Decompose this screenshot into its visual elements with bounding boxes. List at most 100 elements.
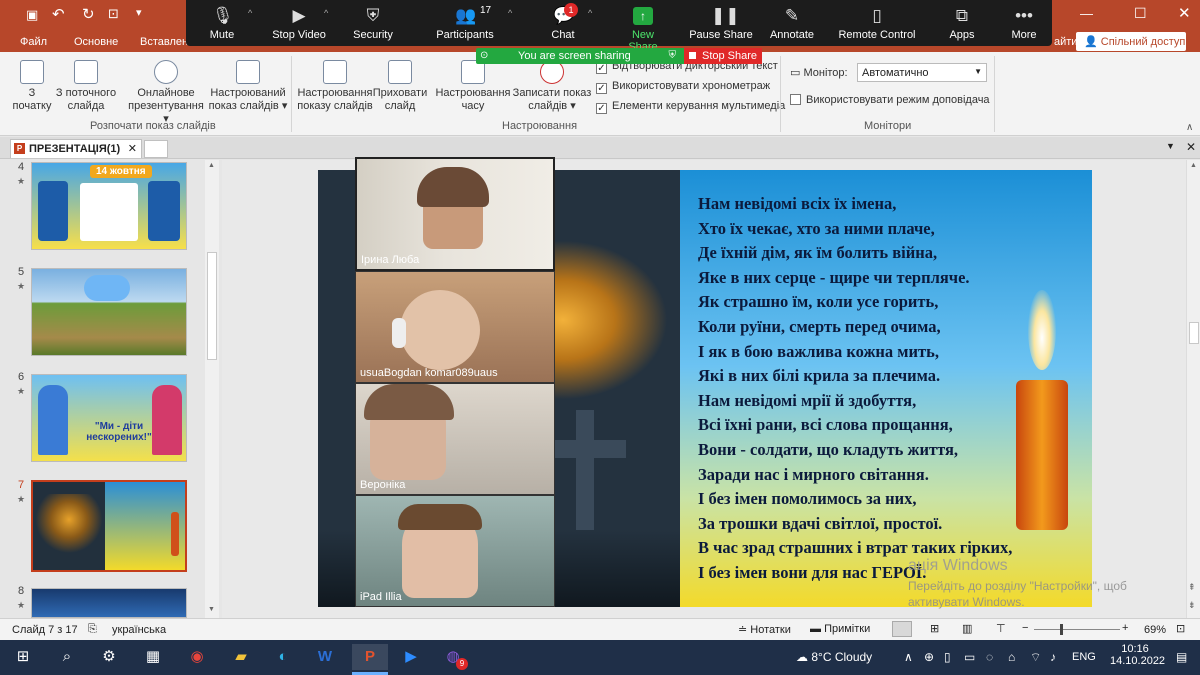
tray-monitor-icon[interactable]: ▭ xyxy=(964,650,975,664)
chevron-up-icon[interactable]: ^ xyxy=(324,8,328,18)
minimize-button[interactable]: — xyxy=(1080,6,1093,21)
start-from-beginning-icon[interactable]: ⊡ xyxy=(108,6,119,22)
show-hidden-icons[interactable]: ∧ xyxy=(904,650,913,664)
from-current-button[interactable]: З поточного слайда xyxy=(54,60,118,113)
video-tile-2[interactable]: usuaBogdan komar089uaus xyxy=(355,271,555,383)
fit-to-window-icon[interactable]: ⊡ xyxy=(1176,622,1185,635)
apps-button[interactable]: ⧉ Apps xyxy=(942,0,982,46)
slide-thumbnail-4[interactable]: 14 жовтня xyxy=(31,162,187,250)
media-controls-checkbox[interactable]: ✓ Елементи керування мультимедіа xyxy=(596,100,785,114)
canvas-scrollbar[interactable]: ▲ ⇞ ⇟ xyxy=(1186,160,1200,618)
zoom-percentage[interactable]: 69% xyxy=(1144,624,1166,636)
edge-icon[interactable]: ◐ xyxy=(270,644,296,670)
close-button[interactable]: ✕ xyxy=(1178,4,1191,22)
search-icon[interactable]: ⌕ xyxy=(54,644,80,670)
chevron-up-icon[interactable]: ^ xyxy=(248,8,252,18)
scroll-up-icon[interactable]: ▲ xyxy=(1190,162,1197,169)
pause-share-button[interactable]: ❚❚ Pause Share xyxy=(688,0,754,46)
slide-sorter-icon[interactable]: ⊞ xyxy=(930,622,939,635)
comments-button[interactable]: ▬ Примітки xyxy=(810,623,870,635)
more-button[interactable]: ••• More xyxy=(1004,0,1044,46)
annotate-button[interactable]: ✎ Annotate xyxy=(766,0,818,46)
tab-home[interactable]: Основне xyxy=(74,36,118,48)
normal-view-icon[interactable] xyxy=(892,621,912,637)
new-share-button[interactable]: ↑ New Share xyxy=(616,0,670,53)
document-tab[interactable]: P ПРЕЗЕНТАЦІЯ(1) ✕ xyxy=(10,139,142,158)
video-tile-4[interactable]: iPad Illia xyxy=(355,495,555,607)
custom-show-button[interactable]: Настроюваний показ слайдів ▾ xyxy=(208,60,288,113)
qat-more-icon[interactable]: ▾ xyxy=(136,6,142,19)
slideshow-view-icon[interactable]: ⊤ xyxy=(996,622,1006,635)
chat-button[interactable]: 💬 Chat xyxy=(540,0,586,46)
slide-thumbnail-5[interactable] xyxy=(31,268,187,356)
mute-button[interactable]: 🎙 Mute xyxy=(196,0,248,46)
language-indicator[interactable]: українська xyxy=(112,624,166,636)
setup-slideshow-button[interactable]: Настроювання показу слайдів xyxy=(294,60,376,113)
new-tab-button[interactable] xyxy=(144,140,168,158)
control-panel-icon[interactable]: ▦ xyxy=(140,644,166,670)
input-language[interactable]: ENG xyxy=(1072,651,1096,663)
maximize-button[interactable]: ☐ xyxy=(1134,5,1147,22)
from-beginning-button[interactable]: З початку xyxy=(10,60,54,113)
weather-widget[interactable]: ☁ 8°C Cloudy xyxy=(796,650,872,664)
video-tile-3[interactable]: Вероніка xyxy=(355,383,555,495)
word-icon[interactable]: W xyxy=(312,644,338,670)
undo-icon[interactable]: ↶ xyxy=(52,5,65,23)
close-tab-icon[interactable]: ✕ xyxy=(128,142,137,155)
tab-file[interactable]: Файл xyxy=(20,36,47,48)
previous-slide-icon[interactable]: ⇞ xyxy=(1188,582,1196,593)
scroll-thumb[interactable] xyxy=(1189,322,1199,344)
scroll-thumb[interactable] xyxy=(207,252,217,360)
volume-icon[interactable]: ♪ xyxy=(1050,650,1056,664)
record-slideshow-button[interactable]: Записати показ слайдів ▾ xyxy=(512,60,592,113)
zoom-app-icon[interactable]: ▶ xyxy=(398,644,424,670)
collapse-ribbon-icon[interactable]: ∧ xyxy=(1186,122,1193,133)
zoom-in-icon[interactable]: + xyxy=(1122,622,1128,634)
rehearse-timings-button[interactable]: Настроювання часу xyxy=(434,60,512,113)
hide-slide-button[interactable]: Приховати слайд xyxy=(372,60,428,113)
chevron-up-icon[interactable]: ^ xyxy=(588,8,592,18)
video-tile-1[interactable]: Ірина Люба xyxy=(355,157,555,271)
network-icon[interactable]: ⌂ xyxy=(1008,650,1015,664)
wifi-icon[interactable]: ⌔ xyxy=(1030,650,1041,665)
thumbnails-scrollbar[interactable]: ▲ ▼ xyxy=(205,160,219,618)
close-window-icon[interactable]: ✕ xyxy=(1186,140,1196,154)
presenter-view-checkbox[interactable]: Використовувати режим доповідача xyxy=(790,94,990,106)
mic-tray-icon[interactable]: ▯ xyxy=(944,650,951,664)
tray-app-icon[interactable]: ⊕ xyxy=(924,650,934,664)
slide-thumbnail-7-active[interactable] xyxy=(31,480,187,572)
zoom-slider-thumb[interactable] xyxy=(1060,624,1063,635)
scroll-down-icon[interactable]: ▼ xyxy=(208,606,215,613)
zoom-out-icon[interactable]: − xyxy=(1022,622,1028,634)
settings-gear-icon[interactable]: ⚙ xyxy=(96,644,122,670)
notes-button[interactable]: ≐ Нотатки xyxy=(738,623,791,636)
remote-control-button[interactable]: ▯ Remote Control xyxy=(836,0,918,46)
present-online-button[interactable]: Онлайнове презентування ▾ xyxy=(124,60,208,126)
reading-view-icon[interactable]: ▥ xyxy=(962,622,972,635)
pin-icon[interactable]: ⊙ xyxy=(480,48,488,64)
timings-checkbox[interactable]: ✓ Використовувати хронометраж xyxy=(596,80,770,94)
stop-video-button[interactable]: ▶ Stop Video xyxy=(266,0,332,46)
tab-partial[interactable]: айти xyxy=(1054,36,1077,48)
next-slide-icon[interactable]: ⇟ xyxy=(1188,600,1196,611)
stop-share-button[interactable]: Stop Share xyxy=(684,48,762,64)
chevron-up-icon[interactable]: ^ xyxy=(508,8,512,18)
security-button[interactable]: ⛨ Security xyxy=(348,0,398,46)
meet-now-icon[interactable]: ◌ xyxy=(986,650,993,664)
powerpoint-icon[interactable]: P xyxy=(352,644,388,670)
share-button[interactable]: 👤 Спільний доступ xyxy=(1076,32,1186,51)
slide-thumbnail-8[interactable] xyxy=(31,588,187,618)
file-explorer-icon[interactable]: ▰ xyxy=(228,644,254,670)
spellcheck-icon[interactable]: ⎘ xyxy=(88,623,97,636)
save-icon[interactable]: ▣ xyxy=(26,7,38,23)
redo-icon[interactable]: ↻ xyxy=(82,5,95,23)
chrome-icon[interactable]: ◉ xyxy=(184,644,210,670)
scroll-up-icon[interactable]: ▲ xyxy=(208,162,215,169)
zoom-slider[interactable] xyxy=(1034,629,1120,630)
slide-thumbnail-6[interactable]: "Ми - діти нескорених!" xyxy=(31,374,187,462)
clock[interactable]: 10:16 14.10.2022 xyxy=(1110,643,1165,667)
windows-start-icon[interactable]: ⊞ xyxy=(10,644,36,670)
notifications-icon[interactable]: ▤ xyxy=(1176,650,1187,664)
monitor-select[interactable]: Автоматично ▼ xyxy=(857,63,987,82)
tab-list-dropdown-icon[interactable]: ▼ xyxy=(1166,141,1175,151)
